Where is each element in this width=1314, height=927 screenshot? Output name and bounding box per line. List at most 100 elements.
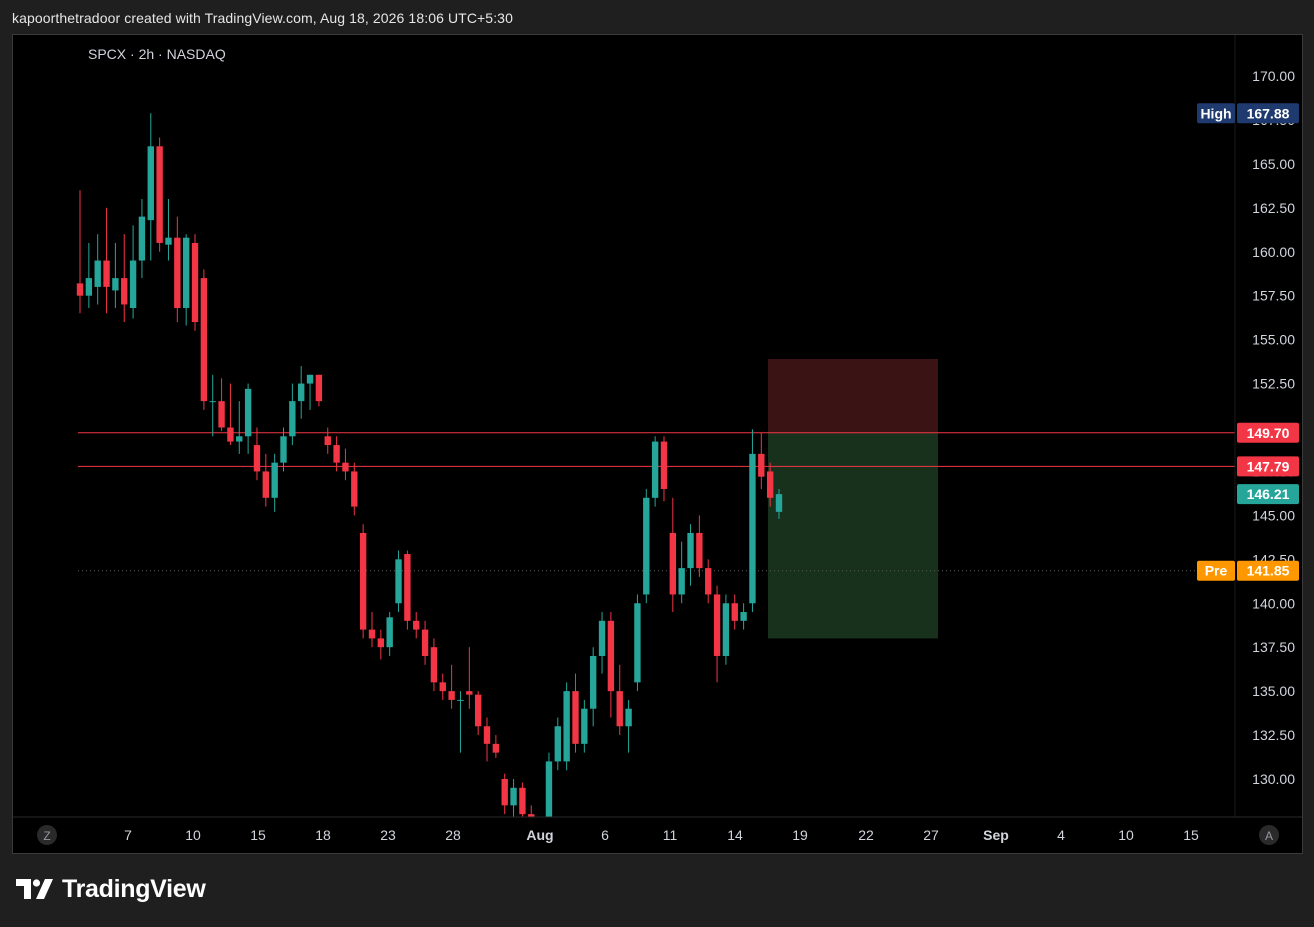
candle-body xyxy=(298,383,305,402)
candle[interactable] xyxy=(227,383,234,446)
candle[interactable] xyxy=(598,612,606,674)
time-tick-label: 15 xyxy=(1183,827,1199,843)
candle[interactable] xyxy=(218,378,225,432)
candle[interactable] xyxy=(315,374,323,407)
candle-body xyxy=(147,146,154,221)
candle[interactable] xyxy=(430,638,438,692)
time-tick-label: Aug xyxy=(526,827,553,843)
candle[interactable] xyxy=(244,383,252,454)
candle[interactable] xyxy=(457,691,464,753)
candle[interactable] xyxy=(510,779,517,823)
candle[interactable] xyxy=(253,427,261,481)
candle[interactable] xyxy=(687,524,694,586)
candle[interactable] xyxy=(368,612,376,648)
time-tick-label: 11 xyxy=(663,827,678,843)
candle[interactable] xyxy=(112,242,119,308)
candle[interactable] xyxy=(351,462,358,516)
candle[interactable] xyxy=(103,207,110,314)
high-price-tag-value: 167.88 xyxy=(1247,105,1290,121)
candle[interactable] xyxy=(545,752,553,836)
candle-body xyxy=(643,497,650,595)
candle[interactable] xyxy=(209,374,216,437)
chart-frame[interactable]: 170.00167.50165.00162.50160.00157.50155.… xyxy=(12,34,1303,854)
candle[interactable] xyxy=(758,432,765,490)
chart-title: SPCX · 2h · NASDAQ xyxy=(88,46,226,62)
candle[interactable] xyxy=(236,401,243,454)
candle[interactable] xyxy=(191,234,199,331)
candle[interactable] xyxy=(696,515,703,577)
candle[interactable] xyxy=(359,524,367,639)
candle[interactable] xyxy=(342,448,349,481)
candle[interactable] xyxy=(306,374,314,410)
candle[interactable] xyxy=(607,612,615,718)
candle[interactable] xyxy=(289,383,296,446)
candle[interactable] xyxy=(174,216,181,323)
candle[interactable] xyxy=(705,559,712,604)
candle[interactable] xyxy=(121,234,128,323)
candle[interactable] xyxy=(731,594,738,630)
candle[interactable] xyxy=(377,629,385,660)
candle-body xyxy=(359,532,367,630)
candle[interactable] xyxy=(554,717,561,771)
candle[interactable] xyxy=(590,647,597,727)
candle[interactable] xyxy=(643,489,650,604)
candle[interactable] xyxy=(581,699,588,753)
candle[interactable] xyxy=(651,436,659,507)
candle-body xyxy=(766,471,774,498)
candle[interactable] xyxy=(421,620,429,665)
resistance-lower-tag: 147.79 xyxy=(1237,456,1299,477)
scale-button-left-label: Z xyxy=(43,829,50,843)
candle[interactable] xyxy=(404,550,411,630)
candle[interactable] xyxy=(616,664,623,736)
candle-body xyxy=(244,388,252,437)
candle[interactable] xyxy=(165,199,172,261)
candlestick-chart[interactable]: 170.00167.50165.00162.50160.00157.50155.… xyxy=(13,35,1302,853)
candle-body xyxy=(466,691,473,695)
time-axis[interactable]: 7 10 15 18 23 28 Aug 6 11 14 19 22 27 Sep 4 10 15 xyxy=(13,816,1302,843)
candle[interactable] xyxy=(395,550,402,613)
price-tick-label: 135.00 xyxy=(1252,683,1295,699)
candle[interactable] xyxy=(563,682,570,771)
candle[interactable] xyxy=(324,427,331,454)
candle[interactable] xyxy=(713,585,721,683)
candle[interactable] xyxy=(94,234,101,305)
candle[interactable] xyxy=(466,647,473,709)
candle[interactable] xyxy=(492,735,500,758)
candle[interactable] xyxy=(474,691,482,736)
price-tick-label: 130.00 xyxy=(1252,771,1295,787)
candle[interactable] xyxy=(722,594,730,665)
scale-button-left[interactable]: Z xyxy=(37,825,57,845)
candle[interactable] xyxy=(271,453,278,512)
candle[interactable] xyxy=(298,365,305,419)
candle[interactable] xyxy=(678,541,685,604)
candle[interactable] xyxy=(182,234,190,326)
price-tick-label: 155.00 xyxy=(1252,332,1295,348)
candle-body xyxy=(430,647,438,683)
candle[interactable] xyxy=(660,436,668,502)
candle[interactable] xyxy=(147,113,154,261)
candle[interactable] xyxy=(262,453,269,507)
candle[interactable] xyxy=(572,673,579,753)
tradingview-logo[interactable]: TradingView xyxy=(16,874,206,904)
candle[interactable] xyxy=(448,664,455,709)
candle-body xyxy=(607,620,615,692)
candle[interactable] xyxy=(749,429,756,613)
candle[interactable] xyxy=(501,773,508,815)
candle[interactable] xyxy=(85,242,93,308)
candle[interactable] xyxy=(740,603,747,630)
candle[interactable] xyxy=(386,612,393,656)
candle[interactable] xyxy=(483,717,491,762)
price-tick-label: 162.50 xyxy=(1252,200,1295,216)
candle[interactable] xyxy=(634,594,641,692)
candle[interactable] xyxy=(76,190,84,314)
candle[interactable] xyxy=(138,199,146,279)
candle[interactable] xyxy=(129,225,137,319)
candle[interactable] xyxy=(439,673,446,700)
candle[interactable] xyxy=(413,612,420,639)
candle[interactable] xyxy=(280,427,287,472)
candle[interactable] xyxy=(156,137,163,252)
candle[interactable] xyxy=(200,269,208,410)
candle[interactable] xyxy=(625,699,632,753)
scale-button-right[interactable]: A xyxy=(1259,825,1279,845)
candle[interactable] xyxy=(669,497,677,613)
